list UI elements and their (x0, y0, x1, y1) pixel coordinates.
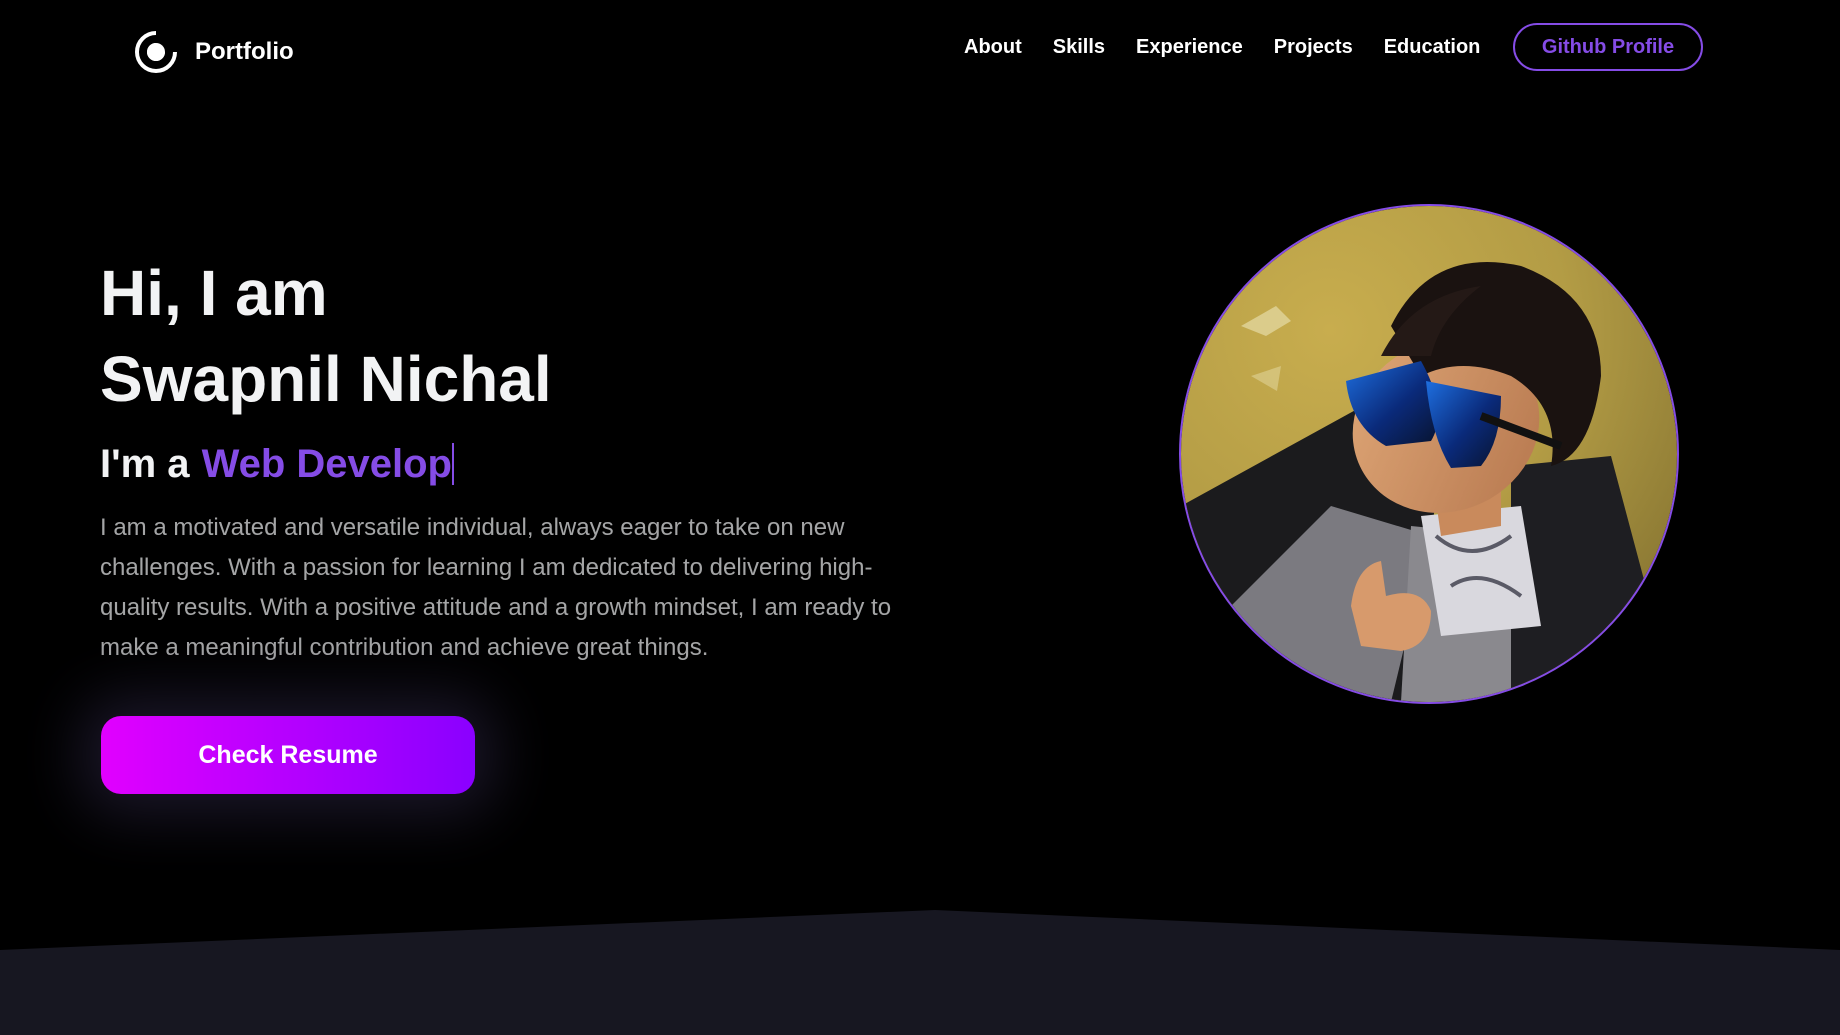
nav-links: About Skills Experience Projects Educati… (964, 36, 1480, 59)
github-profile-button[interactable]: Github Profile (1513, 23, 1703, 71)
hero-text: Hi, I am Swapnil Nichal I'm a Web Develo… (100, 250, 960, 668)
profile-photo-illustration (1181, 206, 1677, 702)
hero-description: I am a motivated and versatile individua… (100, 514, 892, 661)
nav-link-about[interactable]: About (964, 36, 1022, 59)
portfolio-page: Portfolio About Skills Experience Projec… (0, 0, 1840, 1035)
nav-link-skills[interactable]: Skills (1053, 36, 1105, 59)
nav-link-projects[interactable]: Projects (1274, 36, 1353, 59)
profile-photo (1179, 204, 1679, 704)
hero-name: Swapnil Nichal (100, 343, 552, 415)
hero-title: Hi, I am Swapnil Nichal (100, 250, 960, 422)
role-typewriter-text: Web Develop (201, 442, 452, 486)
navbar: Portfolio About Skills Experience Projec… (0, 0, 1840, 98)
nav-link-experience[interactable]: Experience (1136, 36, 1243, 59)
portfolio-logo-icon (135, 31, 179, 73)
brand-name: Portfolio (195, 38, 294, 65)
nav-link-education[interactable]: Education (1384, 36, 1481, 59)
hero-role: I'm a Web Develop (100, 440, 960, 488)
check-resume-button[interactable]: Check Resume (101, 716, 475, 794)
typewriter-cursor (452, 443, 454, 485)
hero-greeting: Hi, I am (100, 257, 328, 329)
brand-link[interactable]: Portfolio (133, 29, 294, 75)
role-prefix: I'm a (100, 442, 190, 486)
